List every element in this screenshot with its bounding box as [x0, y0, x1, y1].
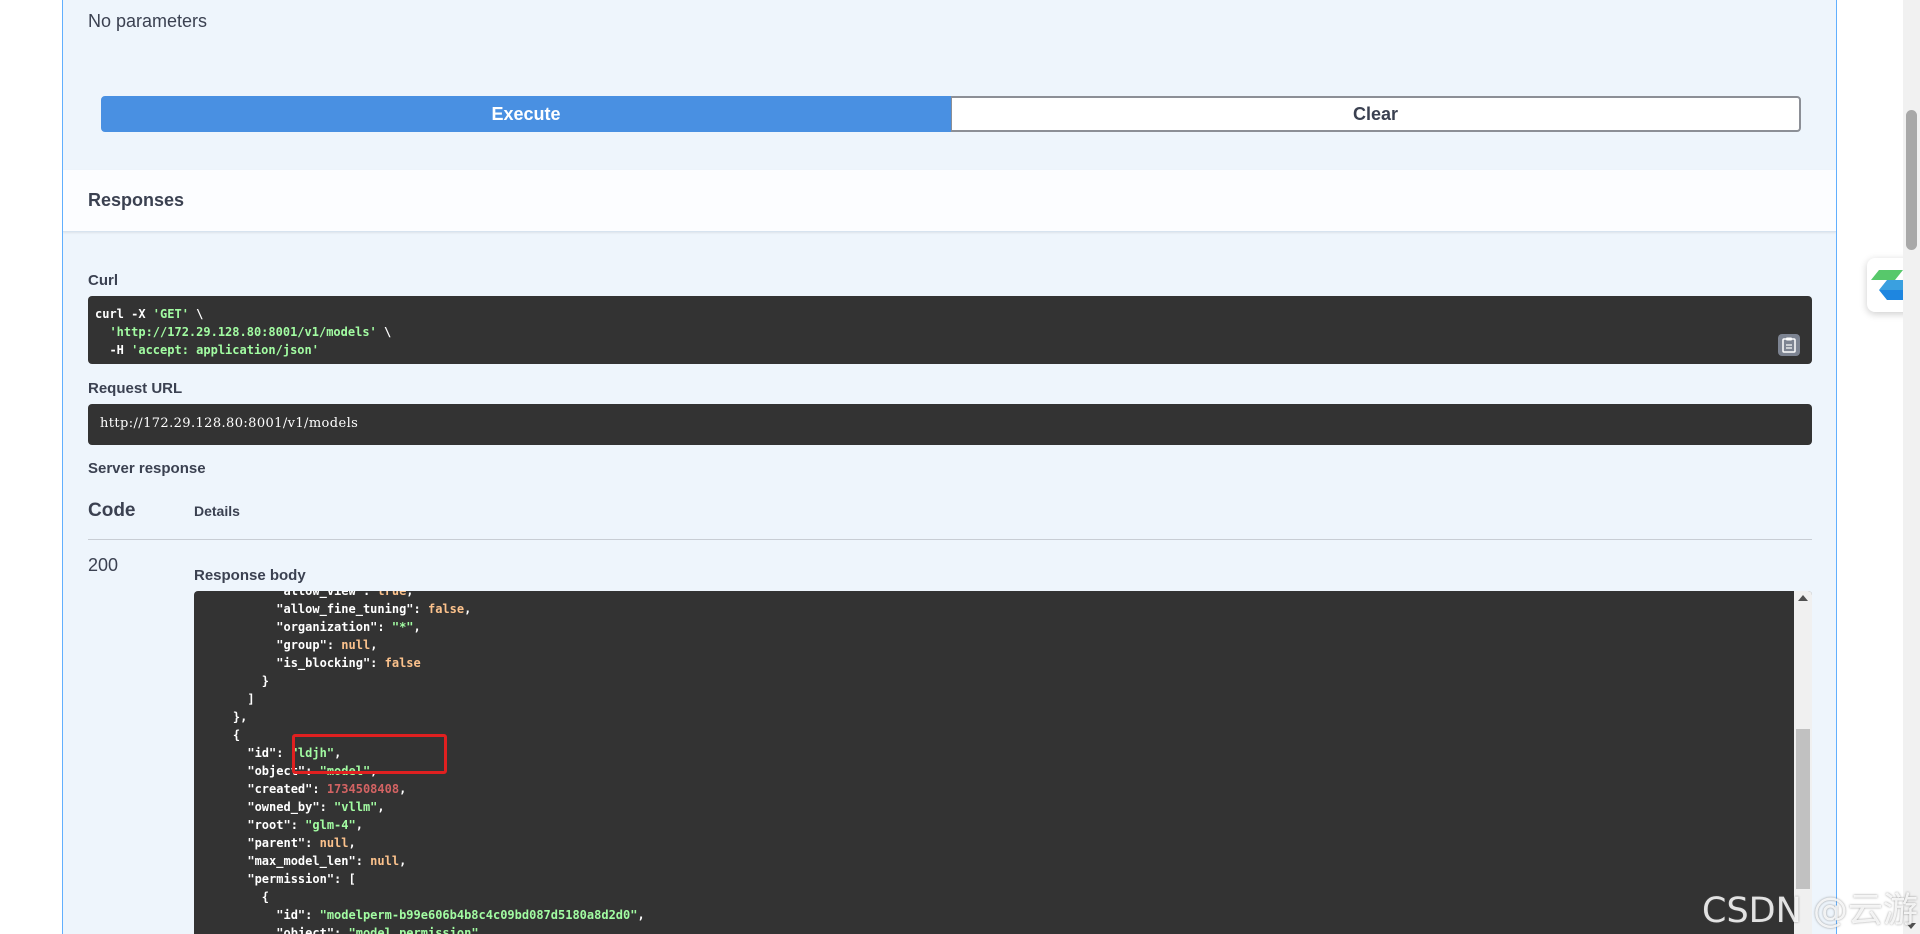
page-scroll-thumb[interactable] — [1906, 110, 1917, 250]
response-body-line: "owned_by": "vllm", — [204, 800, 385, 814]
response-body-line: "group": null, — [204, 638, 378, 652]
scroll-up-arrow-icon[interactable] — [1798, 595, 1808, 601]
copy-to-clipboard-button[interactable] — [1778, 334, 1800, 356]
clear-button[interactable]: Clear — [951, 96, 1801, 132]
column-header-code: Code — [88, 500, 136, 521]
response-body-line: "allow_view": true, — [204, 591, 414, 598]
column-header-details: Details — [194, 503, 240, 519]
server-response-label: Server response — [88, 460, 206, 477]
response-body-label: Response body — [194, 567, 306, 584]
response-body-line: } — [204, 674, 270, 688]
response-body-line: }, — [204, 710, 248, 724]
responses-title: Responses — [88, 190, 185, 210]
response-body-line: "max_model_len": null, — [204, 854, 407, 868]
curl-line-2: 'http://172.29.128.80:8001/v1/models' \ — [109, 325, 392, 339]
annotation-highlight-box — [292, 734, 447, 774]
page-scrollbar[interactable] — [1903, 0, 1920, 934]
response-body-line: "id": "modelperm-b99e606b4b8c4c09bd087d5… — [204, 908, 645, 922]
response-body-line: "parent": null, — [204, 836, 356, 850]
response-body-line: { — [204, 890, 270, 904]
response-body-line: ] — [204, 692, 255, 706]
curl-code-block[interactable]: curl -X 'GET' \ 'http://172.29.128.80:80… — [88, 296, 1812, 364]
response-body-scroll-thumb[interactable] — [1796, 729, 1810, 889]
response-body-line: "object": "model_permission", — [204, 926, 486, 934]
request-url-label: Request URL — [88, 380, 183, 397]
responses-header: Responses — [63, 170, 1836, 232]
response-body-line: "is_blocking": false — [204, 656, 421, 670]
curl-line-3: -H 'accept: application/json' — [95, 343, 319, 357]
clipboard-icon — [1782, 337, 1796, 353]
request-url-field[interactable]: http://172.29.128.80:8001/v1/models — [88, 404, 1812, 445]
response-status-code: 200 — [88, 555, 119, 575]
execute-wrapper: Execute Clear — [101, 96, 1801, 132]
response-body-line: "organization": "*", — [204, 620, 421, 634]
operation-block: No parameters Execute Clear Responses Cu… — [62, 0, 1837, 934]
table-divider — [88, 539, 1812, 540]
response-body-line: "root": "glm-4", — [204, 818, 363, 832]
curl-line-1: curl -X 'GET' \ — [95, 307, 204, 321]
response-body-line: "permission": [ — [204, 872, 356, 886]
execute-button[interactable]: Execute — [101, 96, 951, 132]
curl-label: Curl — [88, 272, 118, 289]
response-body-line: "created": 1734508408, — [204, 782, 407, 796]
response-body-line: "allow_fine_tuning": false, — [204, 602, 472, 616]
watermark: CSDN @云游 — [1702, 891, 1918, 931]
no-parameters-text: No parameters — [88, 11, 208, 31]
